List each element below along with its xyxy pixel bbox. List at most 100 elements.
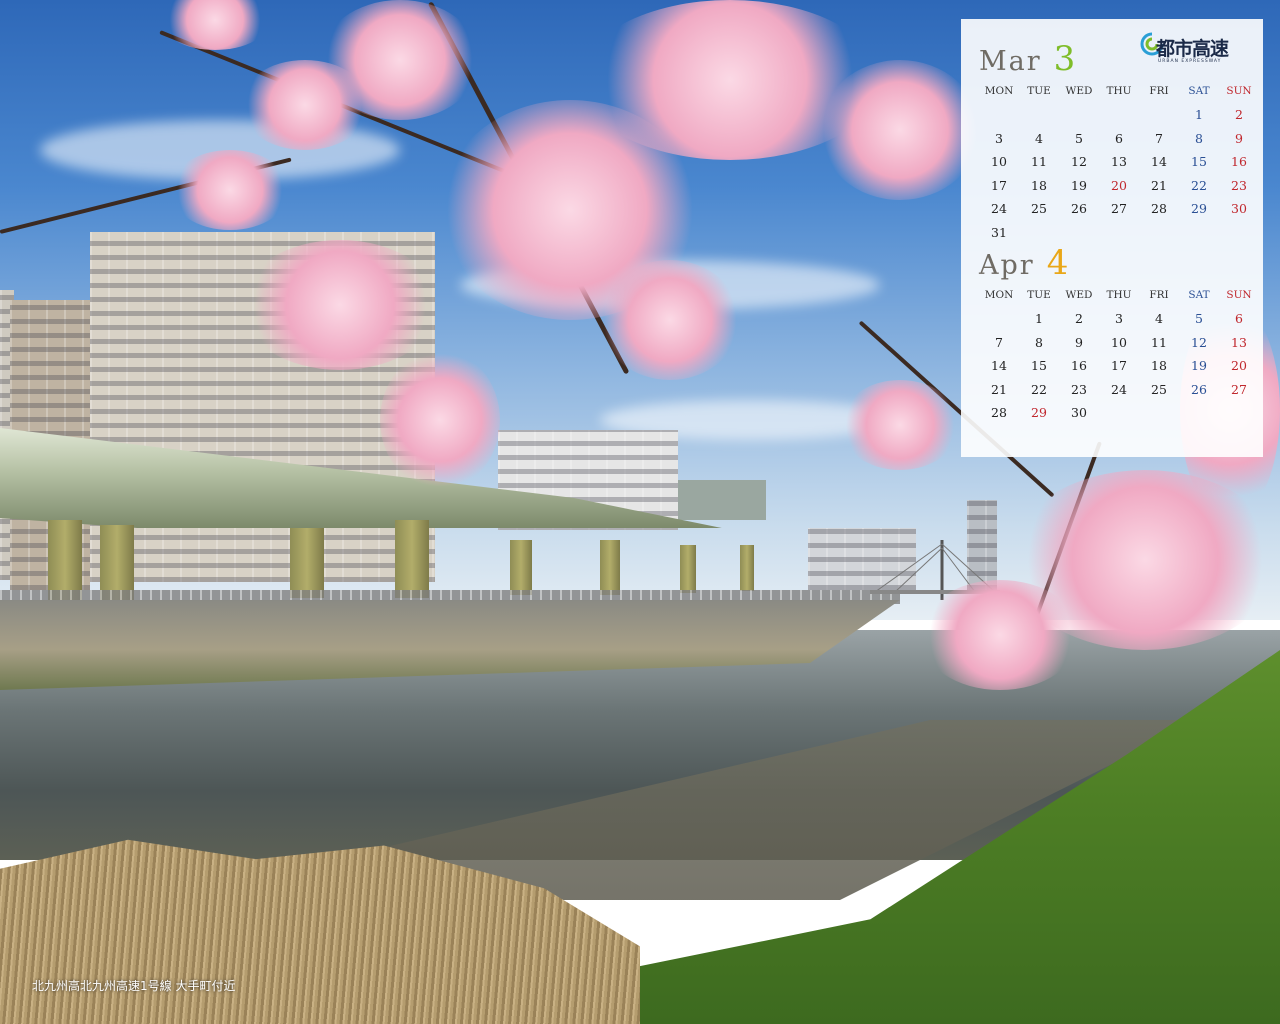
photo-caption: 北九州高北九州高速1号線 大手町付近: [32, 979, 236, 993]
calendar-day: 24: [991, 201, 1007, 216]
march-calendar-grid: MON TUE WED THU FRI SAT SUN 1 2 3 4 5 6 7 8 9 10 11 12 13 14…: [979, 79, 1259, 244]
calendar-day: 13: [1231, 334, 1247, 350]
calendar-day: 2: [1075, 311, 1083, 326]
highway-pier: [100, 525, 134, 600]
calendar-day: 5: [1075, 130, 1083, 146]
calendar-day: 24: [1111, 381, 1127, 397]
calendar-day: 16: [1231, 154, 1247, 169]
calendar-day: 29: [1031, 405, 1047, 420]
calendar-day: 25: [1031, 201, 1047, 216]
calendar-day: 19: [1191, 358, 1207, 373]
calendar-day: 30: [1231, 201, 1247, 216]
highway-pier: [740, 545, 754, 591]
calendar-day: 27: [1231, 381, 1247, 397]
calendar-day: 11: [1031, 154, 1047, 169]
cherry-blossom: [380, 350, 500, 490]
calendar-day: 13: [1111, 154, 1127, 169]
calendar-day: 5: [1195, 311, 1203, 326]
weekday-header: SAT: [1188, 85, 1210, 97]
weekday-header: WED: [1065, 85, 1093, 97]
calendar-panel: Mar 3 MON TUE WED THU FRI SAT SUN 1 2 3 4 5 6 7 8 9 10 11…: [961, 19, 1263, 457]
calendar-day: 15: [1191, 154, 1207, 169]
calendar-day: 23: [1071, 381, 1087, 397]
weekday-header: MON: [984, 289, 1014, 301]
calendar-day: 18: [1031, 177, 1047, 193]
calendar-day: 18: [1151, 358, 1167, 373]
calendar-day: 1: [1195, 107, 1203, 122]
calendar-empty-cell: [1099, 401, 1139, 425]
calendar-day: 20: [1111, 177, 1127, 193]
calendar-empty-cell: [1139, 401, 1179, 425]
calendar-empty-cell: [1099, 103, 1139, 127]
calendar-day: 19: [1071, 177, 1087, 193]
calendar-empty-cell: [1139, 221, 1179, 245]
cherry-blossom: [240, 240, 440, 370]
cherry-blossom: [820, 60, 980, 200]
calendar-day: 31: [991, 224, 1007, 240]
calendar-day: 21: [1151, 177, 1167, 193]
weekday-header: SUN: [1226, 289, 1252, 301]
weekday-header: THU: [1106, 289, 1132, 301]
highway-pier: [680, 545, 696, 593]
highway-pier: [510, 540, 532, 595]
calendar-day: 8: [1195, 130, 1203, 146]
calendar-day: 1: [1035, 311, 1043, 326]
calendar-day: 9: [1075, 334, 1083, 350]
calendar-empty-cell: [1019, 221, 1059, 245]
calendar-day: 6: [1235, 311, 1243, 326]
highway-pier: [600, 540, 620, 595]
weekday-header: FRI: [1149, 85, 1169, 97]
calendar-day: 17: [991, 177, 1007, 193]
calendar-day: 7: [1155, 130, 1163, 146]
calendar-day: 30: [1071, 405, 1087, 420]
cherry-blossom: [920, 580, 1080, 690]
toll-booth-structure: [678, 480, 766, 520]
cherry-blossom: [600, 260, 740, 380]
calendar-day: 4: [1035, 130, 1043, 146]
logo-text: 都市高速: [1156, 38, 1229, 60]
calendar-day: 3: [995, 130, 1003, 146]
cherry-blossom: [170, 150, 290, 230]
company-logo: 都市高速 URBAN EXPRESSWAY: [1140, 30, 1236, 72]
calendar-day: 10: [991, 154, 1007, 169]
calendar-day: 8: [1035, 334, 1043, 350]
calendar-day: 15: [1031, 358, 1047, 373]
month-heading-april: Apr 4: [979, 243, 1068, 287]
calendar-empty-cell: [1179, 401, 1219, 425]
calendar-day: 26: [1071, 201, 1087, 216]
calendar-day: 23: [1231, 177, 1247, 193]
month-number: 3: [1053, 39, 1076, 79]
calendar-day: 9: [1235, 130, 1243, 146]
weekday-header: FRI: [1149, 289, 1169, 301]
weekday-header: SUN: [1226, 85, 1252, 97]
cherry-blossom: [320, 0, 480, 120]
calendar-day: 6: [1115, 130, 1123, 146]
calendar-empty-cell: [1059, 103, 1099, 127]
calendar-day: 2: [1235, 107, 1243, 122]
calendar-day: 27: [1111, 201, 1127, 216]
calendar-empty-cell: [979, 307, 1019, 331]
logo-subtext: URBAN EXPRESSWAY: [1158, 59, 1222, 64]
calendar-empty-cell: [1019, 103, 1059, 127]
calendar-day: 11: [1151, 334, 1167, 350]
calendar-day: 28: [991, 405, 1007, 420]
weekday-header: THU: [1106, 85, 1132, 97]
calendar-empty-cell: [979, 103, 1019, 127]
calendar-day: 14: [1151, 154, 1167, 169]
calendar-day: 3: [1115, 311, 1123, 326]
highway-pier: [48, 520, 82, 600]
month-number: 4: [1046, 243, 1069, 283]
calendar-empty-cell: [1179, 221, 1219, 245]
calendar-day: 22: [1031, 381, 1047, 397]
calendar-day: 12: [1191, 334, 1207, 350]
calendar-empty-cell: [1219, 401, 1259, 425]
highway-pier: [290, 528, 324, 598]
weekday-header: SAT: [1188, 289, 1210, 301]
calendar-empty-cell: [1139, 103, 1179, 127]
month-heading-march: Mar 3: [979, 39, 1075, 83]
calendar-day: 25: [1151, 381, 1167, 397]
highway-pier: [395, 520, 429, 598]
calendar-day: 7: [995, 334, 1003, 350]
calendar-day: 26: [1191, 381, 1207, 397]
calendar-day: 20: [1231, 358, 1247, 373]
